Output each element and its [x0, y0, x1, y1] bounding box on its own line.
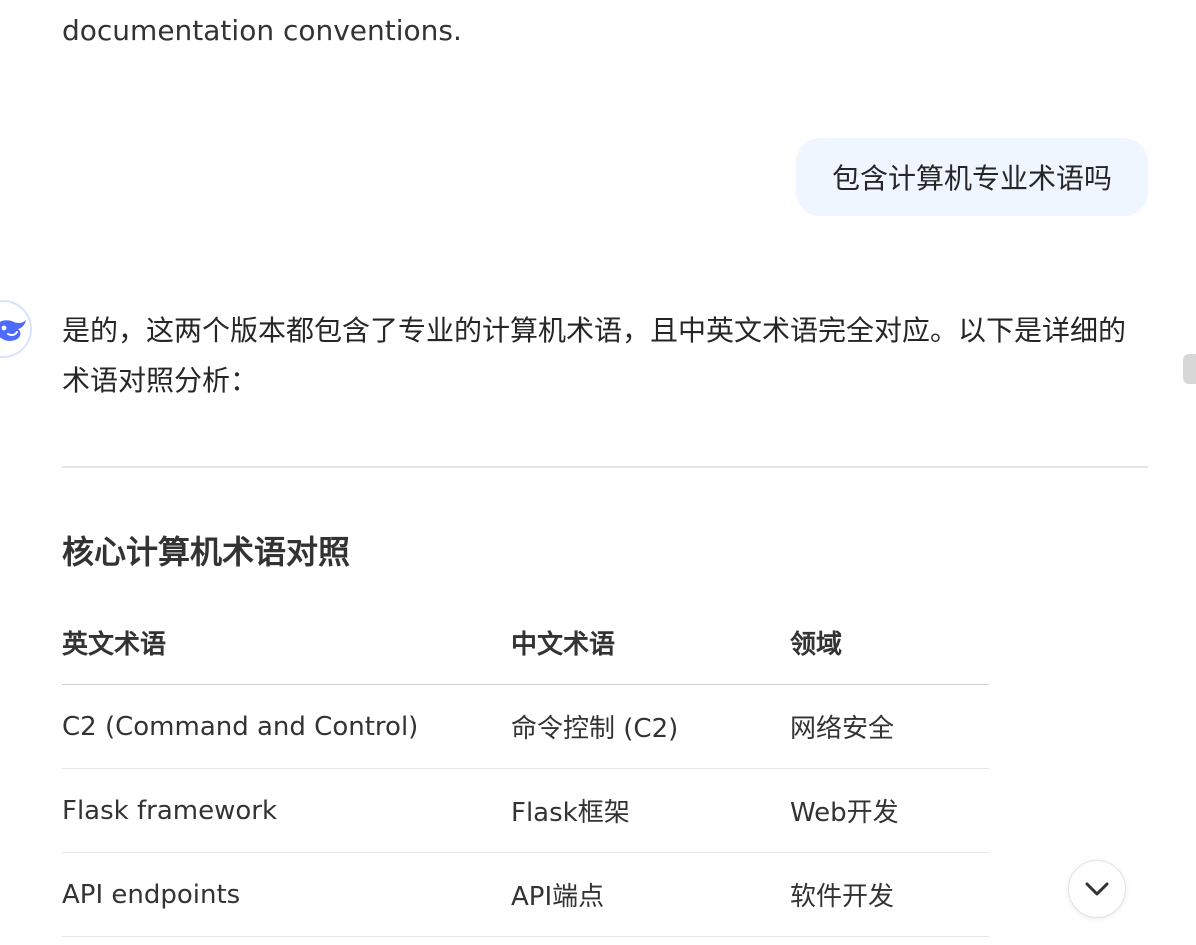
terminology-table: 英文术语 中文术语 领域 C2 (Command and Control) 命令… [62, 601, 989, 937]
previous-message-tail: documentation conventions. [62, 14, 462, 47]
table-cell-english-term: Flask framework [62, 768, 511, 853]
table-cell-domain: 软件开发 [790, 852, 989, 937]
table-row: API endpoints API端点 软件开发 [62, 852, 989, 937]
section-divider [62, 466, 1148, 468]
table-header-domain: 领域 [790, 601, 989, 685]
assistant-answer-intro: 是的，这两个版本都包含了专业的计算机术语，且中英文术语完全对应。以下是详细的术语… [62, 314, 1127, 397]
table-header-chinese-term: 中文术语 [511, 601, 790, 685]
chat-viewport: documentation conventions. 包含计算机专业术语吗 是的… [0, 0, 1196, 945]
table-cell-english-term: API endpoints [62, 852, 511, 937]
deepseek-whale-icon [0, 320, 26, 341]
table-cell-chinese-term: Flask框架 [511, 768, 790, 853]
section-heading: 核心计算机术语对照 [62, 533, 351, 571]
table-cell-english-term: C2 (Command and Control) [62, 684, 511, 769]
table-row: Flask framework Flask框架 Web开发 [62, 768, 989, 853]
table-cell-chinese-term: 命令控制 (C2) [511, 684, 790, 769]
scroll-to-bottom-button[interactable] [1068, 860, 1126, 918]
table-cell-chinese-term: API端点 [511, 852, 790, 937]
table-cell-domain: Web开发 [790, 768, 989, 853]
table-row: C2 (Command and Control) 命令控制 (C2) 网络安全 [62, 684, 989, 769]
chevron-down-icon [1085, 882, 1109, 896]
user-message-bubble: 包含计算机专业术语吗 [795, 138, 1148, 216]
user-message-text: 包含计算机专业术语吗 [831, 162, 1112, 195]
table-header-english-term: 英文术语 [62, 601, 511, 685]
table-header-row: 英文术语 中文术语 领域 [62, 601, 989, 685]
scrollbar-thumb[interactable] [1183, 354, 1196, 384]
assistant-avatar [0, 300, 32, 358]
table-cell-domain: 网络安全 [790, 684, 989, 769]
